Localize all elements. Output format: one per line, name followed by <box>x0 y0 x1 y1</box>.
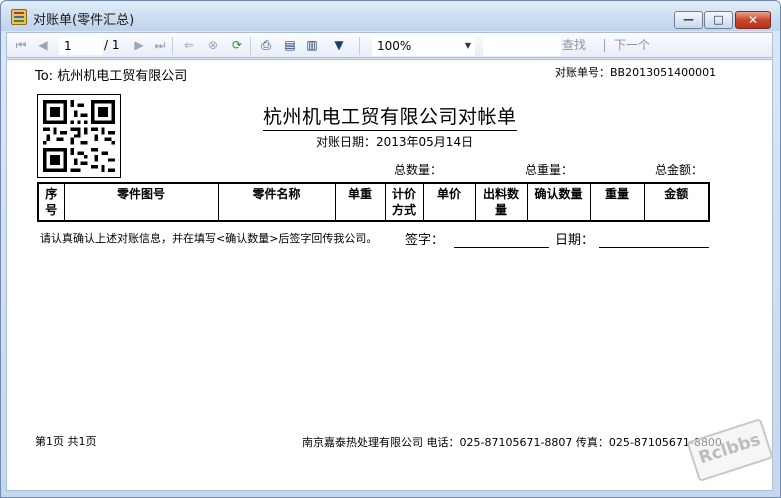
toolbar-separator <box>250 37 251 55</box>
find-next-button[interactable]: 下一个 <box>614 37 650 54</box>
export-icon[interactable]: ▼ <box>327 37 351 54</box>
next-page-icon[interactable]: ▶ <box>131 37 147 54</box>
maximize-icon: □ <box>713 13 724 26</box>
first-page-icon[interactable]: ⏮ <box>13 37 29 54</box>
column-header: 零件名称 <box>217 182 336 222</box>
total-quantity-label: 总数量： <box>394 163 443 177</box>
print-icon[interactable]: ⎙ <box>258 37 274 54</box>
chevron-down-icon: ▼ <box>464 41 471 50</box>
company-footer: 南京嘉泰热处理有限公司 电话：025-87105671-8807 传真：025-… <box>302 436 722 449</box>
layout-icon[interactable]: ▥ <box>304 37 320 54</box>
toolbar-separator <box>359 37 360 55</box>
title-bar[interactable]: 对账单(零件汇总) — □ ✕ <box>1 1 780 31</box>
last-page-icon[interactable]: ⏭ <box>152 37 168 54</box>
column-header: 零件图号 <box>63 182 219 222</box>
minimize-icon: — <box>683 13 694 26</box>
zoom-value: 100% <box>377 39 412 53</box>
report-page[interactable]: To: 杭州机电工贸有限公司 对账单号：BB2013051400001 杭州机电 <box>6 59 773 491</box>
close-button[interactable]: ✕ <box>735 11 771 29</box>
current-page-input[interactable]: 1 <box>59 36 103 55</box>
column-header: 单价 <box>422 182 476 222</box>
column-header: 序号 <box>37 182 65 222</box>
table-header-row: 序号 零件图号 零件名称 单重 计价方式 单价 出料数量 确认数量 重量 金额 <box>37 182 710 222</box>
prev-page-icon[interactable]: ◀ <box>35 37 51 54</box>
report-toolbar: ⏮ ◀ 1 / 1 ▶ ⏭ ⇐ ⊗ ⟳ ⎙ ▤ ▥ ▼ 100% ▼ 查找 下一… <box>6 32 773 58</box>
date-line <box>599 247 709 248</box>
total-amount-label: 总金额： <box>655 163 704 177</box>
report-title: 杭州机电工贸有限公司对帐单 <box>263 102 517 131</box>
find-button[interactable]: 查找 <box>562 37 586 54</box>
total-weight-label: 总重量： <box>525 163 574 177</box>
recipient-label: To: 杭州机电工贸有限公司 <box>35 69 188 84</box>
qr-code-icon <box>37 94 121 178</box>
signature-line <box>454 247 549 248</box>
items-table: 序号 零件图号 零件名称 单重 计价方式 单价 出料数量 确认数量 重量 金额 <box>37 182 710 222</box>
column-header: 出料数量 <box>474 182 528 222</box>
maximize-button[interactable]: □ <box>704 11 733 29</box>
column-header: 金额 <box>643 182 710 222</box>
date-label: 日期： <box>555 233 595 248</box>
find-separator <box>604 39 605 52</box>
page-setup-icon[interactable]: ▤ <box>282 37 298 54</box>
report-app-icon <box>11 9 27 25</box>
zoom-select[interactable]: 100% ▼ <box>372 36 475 56</box>
report-window: 对账单(零件汇总) — □ ✕ ⏮ ◀ 1 / 1 ▶ ⏭ ⇐ ⊗ ⟳ ⎙ ▤ … <box>0 0 781 498</box>
column-header: 重量 <box>589 182 645 222</box>
close-icon: ✕ <box>747 13 759 27</box>
toolbar-separator <box>172 37 173 55</box>
page-info: 第1页 共1页 <box>35 435 97 448</box>
column-header: 计价方式 <box>384 182 424 222</box>
find-input[interactable] <box>483 36 561 56</box>
confirmation-notice: 请认真确认上述对账信息，并在填写<确认数量>后签字回传我公司。 <box>40 232 378 245</box>
refresh-icon[interactable]: ⟳ <box>229 37 245 54</box>
column-header: 确认数量 <box>526 182 591 222</box>
signature-label: 签字： <box>405 233 445 248</box>
minimize-button[interactable]: — <box>674 11 703 29</box>
bill-date: 对账日期：2013年05月14日 <box>316 135 474 149</box>
page-total-label: / 1 <box>104 38 120 52</box>
window-title: 对账单(零件汇总) <box>33 13 135 28</box>
column-header: 单重 <box>334 182 386 222</box>
stop-icon[interactable]: ⊗ <box>205 37 221 54</box>
back-icon[interactable]: ⇐ <box>181 37 197 54</box>
bill-number: 对账单号：BB2013051400001 <box>555 66 717 79</box>
